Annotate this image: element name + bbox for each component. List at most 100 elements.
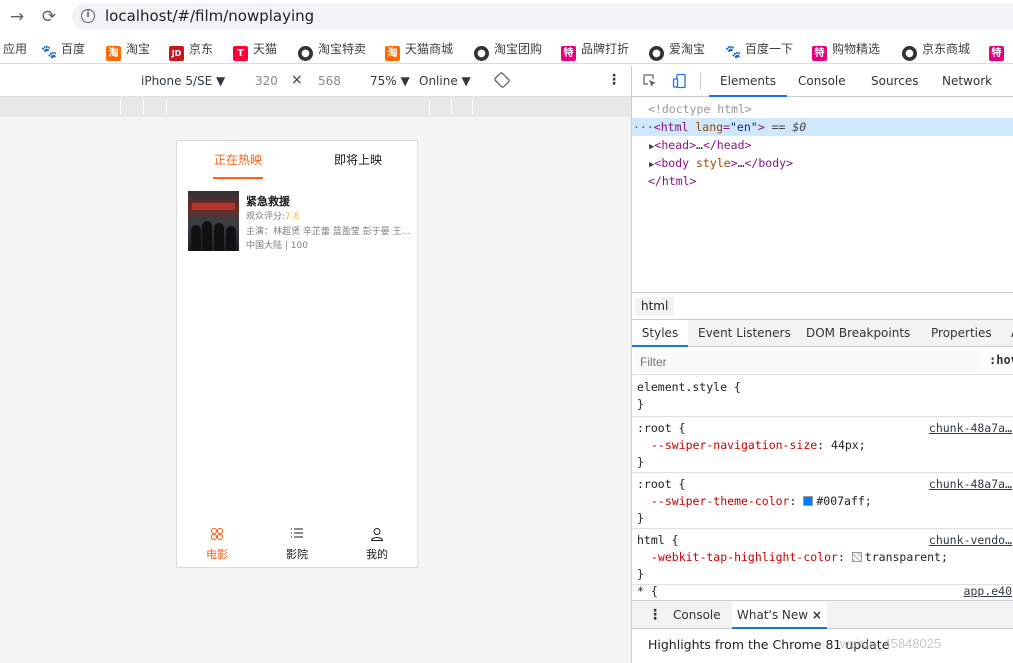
tree-head-node[interactable]: ▶<head>…</head> bbox=[632, 136, 1013, 154]
styles-subtabs: Styles Event Listeners DOM Breakpoints P… bbox=[632, 320, 1013, 347]
address-bar[interactable]: i localhost/#/film/nowplaying bbox=[72, 3, 1013, 30]
bookmark-tmall-mall[interactable]: 淘天猫商城 bbox=[385, 40, 453, 61]
emulated-phone-screen: 正在热映 即将上映 紧急救援 观众评分:7.8 主演：林超贤 辛芷蕾 蓝盈莹 彭… bbox=[176, 140, 418, 568]
elements-tree: <!doctype html> ···<html lang="en"> == $… bbox=[632, 97, 1013, 292]
bookmark-taobao-sale[interactable]: ● 淘宝特卖 bbox=[298, 40, 366, 61]
nav-film[interactable]: 电影 bbox=[177, 527, 257, 567]
device-toolbar: iPhone 5/SE ▼ 320 × 568 75% ▼ Online ▼ ⋮ bbox=[0, 66, 631, 97]
width-input[interactable]: 320 bbox=[255, 74, 278, 88]
caret-down-icon: ▼ bbox=[400, 74, 410, 88]
globe-icon: ● bbox=[649, 46, 664, 61]
reload-icon[interactable]: ⟳ bbox=[38, 6, 60, 28]
drawer-tabbar: ⋮ Console What's New × bbox=[632, 601, 1013, 629]
tab-now-playing[interactable]: 正在热映 bbox=[212, 151, 264, 179]
drawer-menu-icon[interactable]: ⋮ bbox=[648, 601, 662, 629]
tab-sources[interactable]: Sources bbox=[871, 66, 918, 97]
drawer-tab-whats-new[interactable]: What's New × bbox=[732, 601, 827, 629]
drawer-tab-console[interactable]: Console bbox=[673, 601, 721, 629]
tree-html-node[interactable]: ···<html lang="en"> == $0 bbox=[632, 118, 1013, 136]
list-icon bbox=[257, 527, 337, 544]
paw-icon: 🐾 bbox=[725, 45, 742, 60]
nav-profile[interactable]: 我的 bbox=[337, 527, 417, 567]
tab-network[interactable]: Network bbox=[942, 66, 992, 97]
bookmark-jd[interactable]: JD 京东 bbox=[169, 40, 213, 61]
taobao-icon: 淘 bbox=[385, 46, 400, 61]
rule-source-link[interactable]: chunk-48a7a… bbox=[929, 420, 1012, 437]
bookmark-more[interactable]: 特 bbox=[989, 40, 1009, 61]
tmall-icon: T bbox=[233, 46, 248, 61]
tree-html-close[interactable]: </html> bbox=[632, 172, 1013, 190]
dimension-separator: × bbox=[291, 72, 303, 88]
jd-icon: JD bbox=[169, 46, 184, 61]
styles-filter-input[interactable] bbox=[635, 351, 980, 372]
te-icon: 特 bbox=[989, 46, 1004, 61]
film-actors: 主演：林超贤 辛芷蕾 蓝盈莹 彭于晏 王彦霖 bbox=[246, 227, 413, 237]
film-score: 观众评分:7.8 bbox=[246, 212, 300, 222]
globe-icon: ● bbox=[902, 46, 917, 61]
bookmark-taobao[interactable]: 淘淘宝 bbox=[106, 40, 150, 61]
media-query-ruler bbox=[0, 97, 631, 117]
close-icon[interactable]: × bbox=[812, 608, 822, 622]
devtools-tabbar: Elements Console Sources Network bbox=[632, 66, 1013, 97]
watermark: weixin_45848025 bbox=[840, 636, 942, 651]
tab-console[interactable]: Console bbox=[798, 66, 846, 97]
devtools-drawer: ⋮ Console What's New × Highlights from t… bbox=[632, 600, 1013, 663]
hov-toggle[interactable]: :hov bbox=[989, 353, 1013, 367]
info-icon[interactable]: i bbox=[81, 9, 95, 23]
tree-doctype[interactable]: <!doctype html> bbox=[632, 100, 1013, 118]
style-rule: html { chunk-vendo… -webkit-tap-highligh… bbox=[632, 529, 1013, 585]
style-rule: * { app.e40 bbox=[637, 583, 1012, 600]
network-select[interactable]: Online ▼ bbox=[419, 74, 471, 88]
device-select[interactable]: iPhone 5/SE ▼ bbox=[141, 74, 225, 88]
bookmark-tmall[interactable]: T 天猫 bbox=[233, 40, 277, 61]
nav-cinema[interactable]: 影院 bbox=[257, 527, 337, 567]
film-meta: 中国大陆 | 100 bbox=[246, 241, 308, 251]
taobao-icon: 淘 bbox=[106, 46, 121, 61]
tab-properties[interactable]: Properties bbox=[931, 320, 992, 347]
bookmarks-bar: 应用 🐾 百度 淘淘宝 JD 京东 T 天猫 ● 淘宝特卖 淘天猫商城 ● 淘宝团购 特品… bbox=[0, 34, 1013, 64]
tree-body-node[interactable]: ▶<body style>…</body> bbox=[632, 154, 1013, 172]
device-toggle-icon[interactable] bbox=[672, 73, 688, 89]
bookmark-baidu[interactable]: 🐾 百度 bbox=[41, 40, 85, 60]
film-list-item[interactable]: 紧急救援 观众评分:7.8 主演：林超贤 辛芷蕾 蓝盈莹 彭于晏 王彦霖 中国大… bbox=[188, 191, 413, 251]
forward-arrow-icon[interactable]: → bbox=[6, 6, 28, 28]
user-icon bbox=[337, 527, 417, 544]
globe-icon: ● bbox=[298, 46, 313, 61]
tab-coming-soon[interactable]: 即将上映 bbox=[334, 151, 382, 179]
devtools-panel: Elements Console Sources Network <!docty… bbox=[631, 66, 1013, 663]
url-text[interactable]: localhost/#/film/nowplaying bbox=[105, 7, 314, 25]
height-input[interactable]: 568 bbox=[318, 74, 341, 88]
breadcrumb-html[interactable]: html bbox=[635, 297, 675, 316]
te-icon: 特 bbox=[812, 46, 827, 61]
zoom-select[interactable]: 75% ▼ bbox=[370, 74, 410, 88]
bookmark-ai-taobao[interactable]: ● 爱淘宝 bbox=[649, 40, 705, 61]
more-options-icon[interactable]: ⋮ bbox=[607, 72, 621, 88]
film-icon bbox=[177, 527, 257, 544]
bookmark-taobao-group[interactable]: ● 淘宝团购 bbox=[474, 40, 542, 61]
bookmark-shopping[interactable]: 特购物精选 bbox=[812, 40, 880, 61]
rotate-icon[interactable] bbox=[494, 72, 510, 91]
tab-dom-breakpoints[interactable]: DOM Breakpoints bbox=[806, 320, 910, 347]
tab-styles[interactable]: Styles bbox=[632, 320, 688, 347]
styles-filter-row: :hov bbox=[632, 347, 1013, 375]
inspect-element-icon[interactable] bbox=[642, 73, 658, 89]
style-rule: :root { chunk-48a7a… --swiper-theme-colo… bbox=[632, 473, 1013, 529]
rule-source-link[interactable]: app.e40 bbox=[964, 583, 1012, 600]
tab-elements[interactable]: Elements bbox=[709, 66, 787, 97]
globe-icon: ● bbox=[474, 46, 489, 61]
color-swatch[interactable] bbox=[803, 496, 814, 506]
style-rule: element.style { } bbox=[632, 375, 1013, 417]
bookmark-jd-mall[interactable]: ● 京东商城 bbox=[902, 40, 970, 61]
film-title: 紧急救援 bbox=[246, 195, 290, 208]
bookmark-baidu-search[interactable]: 🐾 百度一下 bbox=[725, 40, 793, 60]
rule-source-link[interactable]: chunk-48a7a… bbox=[929, 476, 1012, 493]
color-swatch[interactable] bbox=[851, 552, 862, 562]
tab-event-listeners[interactable]: Event Listeners bbox=[698, 320, 791, 347]
breadcrumb: html bbox=[632, 292, 1013, 320]
rule-source-link[interactable]: chunk-vendo… bbox=[929, 532, 1012, 549]
bookmark-brand-sale[interactable]: 特品牌打折 bbox=[561, 40, 629, 61]
film-poster bbox=[188, 191, 239, 251]
style-rule: :root { chunk-48a7a… --swiper-navigation… bbox=[632, 417, 1013, 473]
caret-down-icon: ▼ bbox=[461, 74, 471, 88]
bookmark-apps[interactable]: 应用 bbox=[3, 40, 27, 58]
